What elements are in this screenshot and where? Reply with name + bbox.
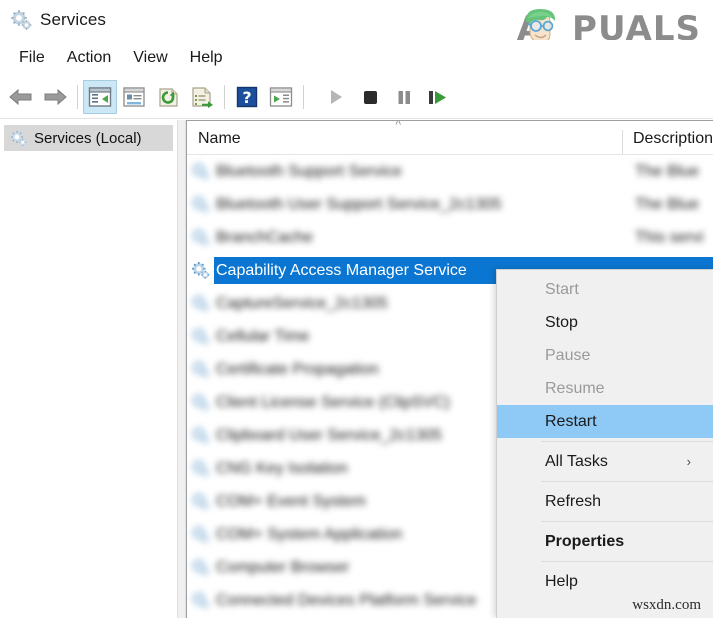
list-column-headers: ˄ Name Description — [187, 121, 713, 155]
back-arrow-icon[interactable] — [4, 80, 38, 114]
services-window: Services A PUALS — [0, 0, 713, 618]
service-gear-icon — [191, 195, 210, 214]
console-tree-pane: Services (Local) — [0, 120, 177, 618]
sort-ascending-icon: ˄ — [395, 120, 402, 129]
service-description: This servi — [635, 228, 704, 246]
service-gear-icon — [191, 459, 210, 478]
service-gear-icon — [191, 261, 210, 280]
menu-bar: File Action View Help — [0, 40, 713, 76]
pane-splitter[interactable] — [177, 120, 186, 618]
context-menu-item-label: Restart — [545, 412, 597, 430]
service-name: Bluetooth User Support Service_2c1305 — [216, 195, 502, 213]
service-name: Connected Devices Platform Service — [216, 591, 477, 609]
service-name: CNG Key Isolation — [216, 459, 348, 477]
services-gear-icon — [10, 130, 27, 147]
menu-view[interactable]: View — [122, 46, 178, 70]
column-header-name-label: Name — [198, 130, 241, 147]
context-menu-properties[interactable]: Properties — [497, 525, 713, 558]
service-name: Clipboard User Service_2c1305 — [216, 426, 442, 444]
context-menu-item-label: Start — [545, 280, 579, 298]
start-service-icon[interactable] — [319, 80, 353, 114]
show-hide-tree-icon[interactable] — [83, 80, 117, 114]
stop-service-icon[interactable] — [353, 80, 387, 114]
context-menu-resume: Resume — [497, 372, 713, 405]
service-gear-icon — [191, 426, 210, 445]
sidebar-item-services-local[interactable]: Services (Local) — [4, 125, 173, 151]
refresh-icon[interactable] — [151, 80, 185, 114]
service-name: Computer Browser — [216, 558, 350, 576]
toolbar-separator — [303, 85, 304, 109]
context-menu-item-label: Pause — [545, 346, 591, 364]
context-menu-start: Start — [497, 273, 713, 306]
menu-help[interactable]: Help — [179, 46, 234, 70]
toolbar-separator — [77, 85, 78, 109]
service-gear-icon — [191, 591, 210, 610]
context-menu-item-label: Stop — [545, 313, 578, 331]
context-menu-refresh[interactable]: Refresh — [497, 485, 713, 518]
context-menu-item-label: Properties — [545, 532, 625, 550]
service-name: BranchCache — [216, 228, 313, 246]
watermark: wsxdn.com — [632, 597, 701, 613]
service-gear-icon — [191, 525, 210, 544]
service-gear-icon — [191, 228, 210, 247]
context-menu-separator — [541, 521, 713, 522]
menu-file[interactable]: File — [8, 46, 56, 70]
service-gear-icon — [191, 492, 210, 511]
service-name: Client License Service (ClipSVC) — [216, 393, 450, 411]
service-gear-icon — [191, 327, 210, 346]
forward-arrow-icon[interactable] — [38, 80, 72, 114]
column-header-name[interactable]: ˄ Name — [187, 121, 622, 154]
export-list-icon[interactable] — [185, 80, 219, 114]
service-description: The Blue — [635, 162, 700, 180]
service-name: COM+ System Application — [216, 525, 403, 543]
service-name: Capability Access Manager Service — [216, 261, 467, 279]
sidebar-item-label: Services (Local) — [34, 129, 142, 147]
table-row[interactable]: BranchCache This servi — [187, 221, 713, 254]
service-gear-icon — [191, 360, 210, 379]
service-name: CaptureService_2c1305 — [216, 294, 388, 312]
service-gear-icon — [191, 558, 210, 577]
services-gear-icon — [10, 9, 32, 31]
service-name: Bluetooth Support Service — [216, 162, 402, 180]
menu-action[interactable]: Action — [56, 46, 122, 70]
context-menu-restart[interactable]: Restart — [497, 405, 713, 438]
column-header-description[interactable]: Description — [621, 130, 713, 154]
table-row[interactable]: Bluetooth User Support Service_2c1305 The… — [187, 188, 713, 221]
context-menu: Start Stop Pause Resume Restart All Tasks › Ref… — [496, 269, 713, 618]
restart-service-icon[interactable] — [421, 80, 455, 114]
service-name: Certificate Propagation — [216, 360, 379, 378]
show-action-pane-icon[interactable] — [264, 80, 298, 114]
context-menu-item-label: Help — [545, 572, 578, 590]
properties-icon[interactable] — [117, 80, 151, 114]
context-menu-all-tasks[interactable]: All Tasks › — [497, 445, 713, 478]
service-gear-icon — [191, 294, 210, 313]
context-menu-help[interactable]: Help — [497, 565, 713, 598]
context-menu-separator — [541, 561, 713, 562]
help-icon[interactable]: ? — [230, 80, 264, 114]
context-menu-separator — [541, 481, 713, 482]
context-menu-pause: Pause — [497, 339, 713, 372]
svg-text:?: ? — [242, 88, 251, 107]
toolbar: ? — [0, 76, 713, 119]
context-menu-separator — [541, 441, 713, 442]
service-gear-icon — [191, 162, 210, 181]
table-row[interactable]: Bluetooth Support Service The Blue — [187, 155, 713, 188]
pause-service-icon[interactable] — [387, 80, 421, 114]
service-name: COM+ Event System — [216, 492, 366, 510]
service-name: Cellular Time — [216, 327, 310, 345]
context-menu-item-label: All Tasks — [545, 452, 608, 470]
context-menu-item-label: Refresh — [545, 492, 602, 510]
window-title: Services — [40, 10, 106, 29]
title-bar: Services A PUALS — [0, 0, 713, 54]
service-description: The Blue — [635, 195, 700, 213]
service-gear-icon — [191, 393, 210, 412]
toolbar-separator — [224, 85, 225, 109]
chevron-right-icon: › — [686, 454, 691, 469]
context-menu-item-label: Resume — [545, 379, 605, 397]
context-menu-stop[interactable]: Stop — [497, 306, 713, 339]
